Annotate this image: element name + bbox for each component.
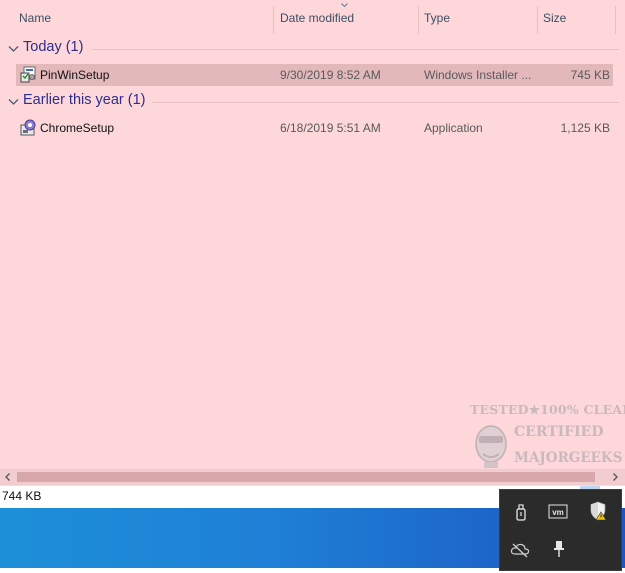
scrollbar-thumb[interactable] <box>17 472 595 482</box>
column-name-header[interactable]: Name <box>19 0 51 36</box>
chevron-down-icon[interactable] <box>8 96 19 107</box>
column-header: Name Date modified Type Size <box>0 0 625 36</box>
file-name[interactable]: PinWinSetup <box>40 64 109 86</box>
onedrive-offline-icon[interactable] <box>510 540 530 560</box>
group-header-today[interactable]: Today (1) <box>0 38 625 60</box>
usb-drive-icon[interactable] <box>511 503 531 523</box>
file-date: 9/30/2019 8:52 AM <box>280 68 381 82</box>
watermark-line: TESTED★100% CLEAN <box>470 402 625 417</box>
mascot-logo <box>475 425 507 468</box>
selection-size: 744 KB <box>2 489 42 503</box>
group-divider <box>92 49 619 50</box>
group-title: Earlier this year (1) <box>23 92 146 108</box>
setup-app-icon <box>20 119 36 136</box>
chevron-down-icon[interactable] <box>8 43 19 54</box>
scroll-right-icon[interactable] <box>610 472 620 482</box>
column-divider[interactable] <box>418 6 419 34</box>
horizontal-scrollbar[interactable] <box>0 469 625 485</box>
group-header-earlier-this-year[interactable]: Earlier this year (1) <box>0 91 625 113</box>
group-divider <box>152 102 619 103</box>
file-size: 1,125 KB <box>560 121 610 135</box>
file-size: 745 KB <box>570 68 610 82</box>
group-title: Today (1) <box>23 39 84 55</box>
column-divider[interactable] <box>537 6 538 34</box>
windows-security-warning-icon[interactable] <box>588 501 608 521</box>
column-size-header[interactable]: Size <box>543 0 566 36</box>
svg-text:vm: vm <box>552 508 564 517</box>
file-row-pinwinsetup[interactable]: PinWinSetup 9/30/2019 8:52 AM Windows In… <box>16 64 613 86</box>
file-list-pane: Name Date modified Type Size Today (1) P… <box>0 0 625 486</box>
installer-icon <box>20 66 36 83</box>
file-name[interactable]: ChromeSetup <box>40 117 114 139</box>
watermark-line: CERTIFIED <box>514 424 604 440</box>
vmware-icon[interactable]: vm <box>548 502 568 522</box>
file-type: Application <box>424 121 483 135</box>
pin-icon[interactable] <box>549 539 569 559</box>
column-date-header[interactable]: Date modified <box>280 0 354 36</box>
watermark-line: MAJORGEEKS <box>514 450 623 466</box>
scroll-left-icon[interactable] <box>3 472 13 482</box>
column-divider[interactable] <box>273 6 274 34</box>
file-row-chromesetup[interactable]: ChromeSetup 6/18/2019 5:51 AM Applicatio… <box>16 117 613 139</box>
tray-overflow-flyout: vm <box>499 489 622 571</box>
file-date: 6/18/2019 5:51 AM <box>280 121 381 135</box>
file-type: Windows Installer ... <box>424 68 532 82</box>
column-type-header[interactable]: Type <box>424 0 450 36</box>
column-divider[interactable] <box>615 6 616 34</box>
